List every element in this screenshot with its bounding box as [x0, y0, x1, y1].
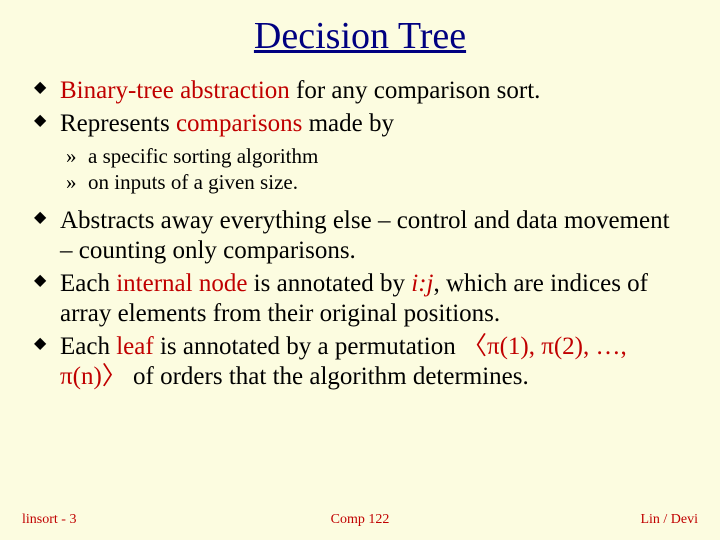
- bullet-item: Each internal node is annotated by i:j, …: [32, 269, 688, 330]
- bullet-text: is annotated by: [247, 270, 411, 297]
- bullet-item: Abstracts away everything else – control…: [32, 206, 688, 267]
- sub-bullet-item: a specific sorting algorithm: [32, 143, 688, 169]
- slide-title: Decision Tree: [0, 0, 720, 58]
- bullet-item: Binary-tree abstraction for any comparis…: [32, 76, 688, 107]
- bullet-text: Each: [60, 270, 116, 297]
- bullet-text: is annotated by a permutation: [154, 333, 462, 360]
- sub-bullet-text: on inputs of a given size.: [88, 170, 298, 194]
- bullet-item: Each leaf is annotated by a permutation …: [32, 332, 688, 393]
- sub-bullet-item: on inputs of a given size.: [32, 169, 688, 195]
- footer-center: Comp 122: [0, 512, 720, 528]
- sub-bullet-text: a specific sorting algorithm: [88, 144, 318, 168]
- key-term: comparisons: [176, 110, 302, 137]
- key-term: internal node: [116, 270, 247, 297]
- bullet-text: Represents: [60, 110, 176, 137]
- bullet-text: for any comparison sort.: [290, 77, 541, 104]
- footer-right: Lin / Devi: [640, 512, 698, 528]
- key-term: Binary-tree abstraction: [60, 77, 290, 104]
- slide: Decision Tree Binary-tree abstraction fo…: [0, 0, 720, 540]
- bullet-text: made by: [302, 110, 394, 137]
- bullet-text: of orders that the algorithm determines.: [127, 363, 529, 390]
- bullet-text: Abstracts away everything else – control…: [60, 207, 670, 265]
- bullet-text: Each: [60, 333, 116, 360]
- sub-bullet-group: a specific sorting algorithm on inputs o…: [32, 143, 688, 196]
- bullet-item: Represents comparisons made by: [32, 109, 688, 140]
- key-term: leaf: [116, 333, 153, 360]
- slide-body: Binary-tree abstraction for any comparis…: [0, 58, 720, 393]
- notation: i:j: [411, 270, 433, 297]
